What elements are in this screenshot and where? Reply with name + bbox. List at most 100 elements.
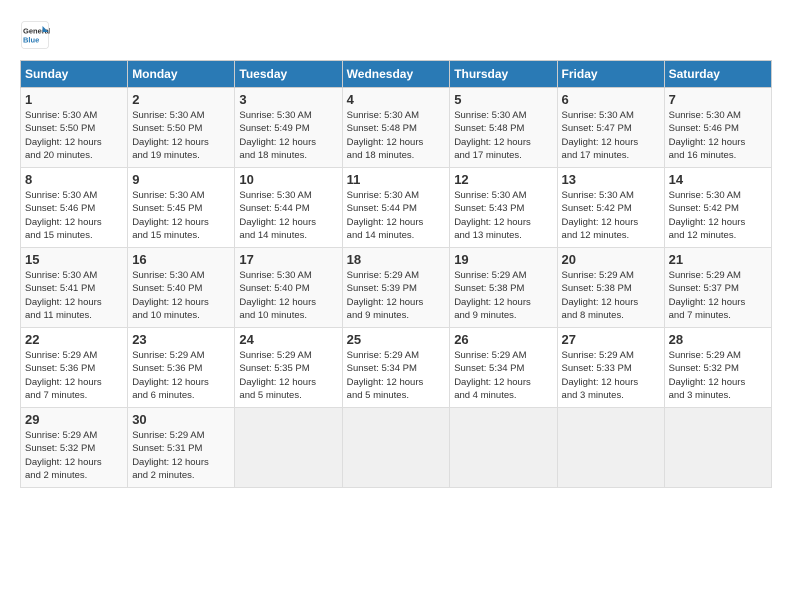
day-number: 9 — [132, 172, 230, 187]
day-number: 22 — [25, 332, 123, 347]
day-info: Sunrise: 5:30 AM Sunset: 5:43 PM Dayligh… — [454, 189, 552, 242]
table-row: 10Sunrise: 5:30 AM Sunset: 5:44 PM Dayli… — [235, 168, 342, 248]
table-row: 22Sunrise: 5:29 AM Sunset: 5:36 PM Dayli… — [21, 328, 128, 408]
table-row: 3 Sunrise: 5:30 AM Sunset: 5:49 PM Daylig… — [235, 88, 342, 168]
table-row: 8Sunrise: 5:30 AM Sunset: 5:46 PM Daylig… — [21, 168, 128, 248]
day-info: Sunrise: 5:29 AM Sunset: 5:36 PM Dayligh… — [132, 349, 230, 402]
table-row: 4 Sunrise: 5:30 AM Sunset: 5:48 PM Daylig… — [342, 88, 450, 168]
day-number: 4 — [347, 92, 446, 107]
day-number: 5 — [454, 92, 552, 107]
table-row: 12 Sunrise: 5:30 AM Sunset: 5:43 PM Dayli… — [450, 168, 557, 248]
day-info: Sunrise: 5:30 AM Sunset: 5:46 PM Dayligh… — [669, 109, 767, 162]
day-info: Sunrise: 5:30 AM Sunset: 5:44 PM Dayligh… — [347, 189, 446, 242]
day-info: Sunrise: 5:29 AM Sunset: 5:31 PM Dayligh… — [132, 429, 230, 482]
day-number: 25 — [347, 332, 446, 347]
day-number: 12 — [454, 172, 552, 187]
day-number: 10 — [239, 172, 337, 187]
table-row: 26 Sunrise: 5:29 AM Sunset: 5:34 PM Dayli… — [450, 328, 557, 408]
table-row: 30 Sunrise: 5:29 AM Sunset: 5:31 PM Dayli… — [128, 408, 235, 488]
table-row: 21 Sunrise: 5:29 AM Sunset: 5:37 PM Dayli… — [664, 248, 771, 328]
day-number: 20 — [562, 252, 660, 267]
day-number: 19 — [454, 252, 552, 267]
table-row: 6 Sunrise: 5:30 AM Sunset: 5:47 PM Daylig… — [557, 88, 664, 168]
day-number: 13 — [562, 172, 660, 187]
day-number: 1 — [25, 92, 123, 107]
table-row: 5 Sunrise: 5:30 AM Sunset: 5:48 PM Daylig… — [450, 88, 557, 168]
svg-text:Blue: Blue — [23, 36, 39, 45]
day-info: Sunrise: 5:30 AM Sunset: 5:48 PM Dayligh… — [454, 109, 552, 162]
day-info: Sunrise: 5:29 AM Sunset: 5:38 PM Dayligh… — [562, 269, 660, 322]
weekday-header-tuesday: Tuesday — [235, 61, 342, 88]
table-row: 24 Sunrise: 5:29 AM Sunset: 5:35 PM Dayli… — [235, 328, 342, 408]
table-row: 1 Sunrise: 5:30 AM Sunset: 5:50 PM Daylig… — [21, 88, 128, 168]
day-number: 3 — [239, 92, 337, 107]
day-number: 18 — [347, 252, 446, 267]
table-row: 27 Sunrise: 5:29 AM Sunset: 5:33 PM Dayli… — [557, 328, 664, 408]
day-info: Sunrise: 5:29 AM Sunset: 5:34 PM Dayligh… — [454, 349, 552, 402]
page-header: General Blue — [20, 20, 772, 50]
day-info: Sunrise: 5:30 AM Sunset: 5:40 PM Dayligh… — [132, 269, 230, 322]
weekday-header-monday: Monday — [128, 61, 235, 88]
day-info: Sunrise: 5:30 AM Sunset: 5:41 PM Dayligh… — [25, 269, 123, 322]
table-row: 13 Sunrise: 5:30 AM Sunset: 5:42 PM Dayli… — [557, 168, 664, 248]
day-number: 27 — [562, 332, 660, 347]
day-number: 14 — [669, 172, 767, 187]
table-row: 14 Sunrise: 5:30 AM Sunset: 5:42 PM Dayli… — [664, 168, 771, 248]
day-number: 17 — [239, 252, 337, 267]
day-number: 23 — [132, 332, 230, 347]
day-number: 15 — [25, 252, 123, 267]
table-row — [664, 408, 771, 488]
day-info: Sunrise: 5:30 AM Sunset: 5:48 PM Dayligh… — [347, 109, 446, 162]
day-number: 2 — [132, 92, 230, 107]
day-number: 6 — [562, 92, 660, 107]
table-row: 29 Sunrise: 5:29 AM Sunset: 5:32 PM Dayli… — [21, 408, 128, 488]
day-number: 21 — [669, 252, 767, 267]
table-row: 11 Sunrise: 5:30 AM Sunset: 5:44 PM Dayli… — [342, 168, 450, 248]
logo: General Blue — [20, 20, 54, 50]
day-info: Sunrise: 5:29 AM Sunset: 5:35 PM Dayligh… — [239, 349, 337, 402]
table-row: 9 Sunrise: 5:30 AM Sunset: 5:45 PM Daylig… — [128, 168, 235, 248]
day-info: Sunrise: 5:29 AM Sunset: 5:38 PM Dayligh… — [454, 269, 552, 322]
day-info: Sunrise: 5:29 AM Sunset: 5:37 PM Dayligh… — [669, 269, 767, 322]
day-info: Sunrise: 5:30 AM Sunset: 5:46 PM Dayligh… — [25, 189, 123, 242]
weekday-header-thursday: Thursday — [450, 61, 557, 88]
table-row: 20 Sunrise: 5:29 AM Sunset: 5:38 PM Dayli… — [557, 248, 664, 328]
weekday-header-sunday: Sunday — [21, 61, 128, 88]
table-row — [557, 408, 664, 488]
day-number: 24 — [239, 332, 337, 347]
table-row — [235, 408, 342, 488]
table-row: 15 Sunrise: 5:30 AM Sunset: 5:41 PM Dayli… — [21, 248, 128, 328]
table-row: 16 Sunrise: 5:30 AM Sunset: 5:40 PM Dayli… — [128, 248, 235, 328]
table-row: 2 Sunrise: 5:30 AM Sunset: 5:50 PM Daylig… — [128, 88, 235, 168]
day-info: Sunrise: 5:30 AM Sunset: 5:45 PM Dayligh… — [132, 189, 230, 242]
table-row — [450, 408, 557, 488]
table-row: 28 Sunrise: 5:29 AM Sunset: 5:32 PM Dayli… — [664, 328, 771, 408]
day-info: Sunrise: 5:30 AM Sunset: 5:42 PM Dayligh… — [669, 189, 767, 242]
weekday-header-saturday: Saturday — [664, 61, 771, 88]
day-number: 28 — [669, 332, 767, 347]
table-row: 17 Sunrise: 5:30 AM Sunset: 5:40 PM Dayli… — [235, 248, 342, 328]
day-info: Sunrise: 5:29 AM Sunset: 5:33 PM Dayligh… — [562, 349, 660, 402]
day-number: 26 — [454, 332, 552, 347]
weekday-header-friday: Friday — [557, 61, 664, 88]
day-info: Sunrise: 5:29 AM Sunset: 5:32 PM Dayligh… — [25, 429, 123, 482]
day-info: Sunrise: 5:29 AM Sunset: 5:34 PM Dayligh… — [347, 349, 446, 402]
calendar-table: SundayMondayTuesdayWednesdayThursdayFrid… — [20, 60, 772, 488]
day-info: Sunrise: 5:30 AM Sunset: 5:40 PM Dayligh… — [239, 269, 337, 322]
day-number: 29 — [25, 412, 123, 427]
day-info: Sunrise: 5:30 AM Sunset: 5:47 PM Dayligh… — [562, 109, 660, 162]
table-row: 7 Sunrise: 5:30 AM Sunset: 5:46 PM Daylig… — [664, 88, 771, 168]
day-info: Sunrise: 5:30 AM Sunset: 5:50 PM Dayligh… — [25, 109, 123, 162]
day-number: 11 — [347, 172, 446, 187]
day-info: Sunrise: 5:30 AM Sunset: 5:49 PM Dayligh… — [239, 109, 337, 162]
day-info: Sunrise: 5:29 AM Sunset: 5:32 PM Dayligh… — [669, 349, 767, 402]
day-info: Sunrise: 5:30 AM Sunset: 5:50 PM Dayligh… — [132, 109, 230, 162]
logo-icon: General Blue — [20, 20, 50, 50]
weekday-header-wednesday: Wednesday — [342, 61, 450, 88]
table-row: 23 Sunrise: 5:29 AM Sunset: 5:36 PM Dayli… — [128, 328, 235, 408]
day-number: 30 — [132, 412, 230, 427]
day-number: 7 — [669, 92, 767, 107]
table-row: 25 Sunrise: 5:29 AM Sunset: 5:34 PM Dayli… — [342, 328, 450, 408]
day-number: 16 — [132, 252, 230, 267]
day-info: Sunrise: 5:30 AM Sunset: 5:42 PM Dayligh… — [562, 189, 660, 242]
